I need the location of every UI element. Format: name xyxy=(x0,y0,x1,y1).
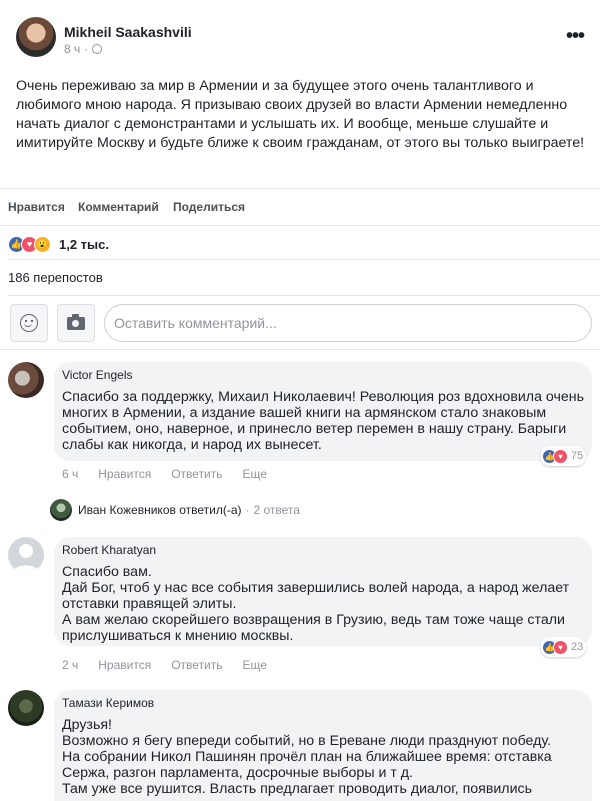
love-icon: ♥ xyxy=(553,639,568,655)
wow-icon: 😮 xyxy=(34,235,51,253)
author-avatar[interactable] xyxy=(16,17,56,57)
comment-reaction-count: 23 xyxy=(571,641,584,653)
comment-like-link[interactable]: Нравится xyxy=(98,467,151,481)
comment-actions: 2 ч Нравится Ответить Еще xyxy=(62,658,267,672)
default-avatar-icon xyxy=(13,544,39,573)
like-button[interactable]: Нравится xyxy=(8,200,65,214)
smile-icon xyxy=(20,314,38,332)
commenter-name[interactable]: Тамази Керимов xyxy=(62,696,584,710)
comment-more-link[interactable]: Еще xyxy=(243,658,267,672)
shares-label: 186 перепостов xyxy=(8,270,103,285)
globe-icon xyxy=(92,44,103,54)
reply-count: 2 ответа xyxy=(253,503,300,517)
comment-bubble: Тамази Керимов Друзья! Возможно я бегу в… xyxy=(54,690,592,801)
emoji-button[interactable] xyxy=(10,304,48,342)
commenter-name[interactable]: Victor Engels xyxy=(62,368,584,382)
comment-time[interactable]: 6 ч xyxy=(62,467,78,481)
comment: Robert Kharatyan Спасибо вам. Дай Бог, ч… xyxy=(8,537,592,677)
avatar[interactable] xyxy=(8,362,44,398)
avatar xyxy=(50,499,72,521)
photo-button[interactable] xyxy=(57,304,95,342)
comment-input[interactable] xyxy=(104,304,592,342)
author-name[interactable]: Mikheil Saakashvili xyxy=(64,24,192,40)
comment-button[interactable]: Комментарий xyxy=(78,200,159,214)
comment-reply-link[interactable]: Ответить xyxy=(171,658,222,672)
camera-icon xyxy=(67,313,85,330)
comment-text: Друзья! Возможно я бегу впереди событий,… xyxy=(62,717,552,797)
post-header: Mikheil Saakashvili 8 ч · ••• xyxy=(16,17,585,63)
comment-more-link[interactable]: Еще xyxy=(243,467,267,481)
comment-text: Спасибо за поддержку, Михаил Николаевич!… xyxy=(62,389,584,453)
comment-bubble: Robert Kharatyan Спасибо вам. Дай Бог, ч… xyxy=(54,537,592,646)
comment-like-link[interactable]: Нравится xyxy=(98,658,151,672)
comment-text: Спасибо вам. Дай Бог, чтоб у нас все соб… xyxy=(62,564,570,644)
replies-summary[interactable]: Иван Кожевников ответил(-а) · 2 ответа xyxy=(50,498,300,522)
comment-reactions[interactable]: 👍 ♥ 23 xyxy=(540,637,587,657)
comment: Victor Engels Спасибо за поддержку, Миха… xyxy=(8,362,592,487)
comment-composer xyxy=(0,300,600,350)
comment-reactions[interactable]: 👍 ♥ 75 xyxy=(540,446,587,466)
comment: Тамази Керимов Друзья! Возможно я бегу в… xyxy=(8,690,592,801)
reaction-count: 1,2 тыс. xyxy=(59,236,109,252)
avatar[interactable] xyxy=(8,690,44,726)
comment-actions: 6 ч Нравится Ответить Еще xyxy=(62,467,267,481)
post-meta: 8 ч · xyxy=(64,42,103,56)
shares-count[interactable]: 186 перепостов xyxy=(8,259,600,296)
reply-separator: · xyxy=(245,503,250,517)
reactions-summary[interactable]: 👍 ♥ 😮 1,2 тыс. xyxy=(8,234,109,254)
comment-reaction-count: 75 xyxy=(571,450,584,462)
avatar[interactable] xyxy=(8,537,44,573)
commenter-name[interactable]: Robert Kharatyan xyxy=(62,543,584,557)
post-action-bar: Нравится Комментарий Поделиться xyxy=(0,188,600,226)
share-button[interactable]: Поделиться xyxy=(173,200,245,214)
love-icon: ♥ xyxy=(553,448,568,464)
comment-bubble: Victor Engels Спасибо за поддержку, Миха… xyxy=(54,362,592,461)
more-options-icon[interactable]: ••• xyxy=(566,25,585,48)
comment-time[interactable]: 2 ч xyxy=(62,658,78,672)
post-text: Очень переживаю за мир в Армении и за бу… xyxy=(16,78,585,151)
comment-reply-link[interactable]: Ответить xyxy=(171,467,222,481)
reply-author: Иван Кожевников ответил(-а) xyxy=(78,503,242,517)
meta-separator: · xyxy=(84,42,89,56)
post-time[interactable]: 8 ч xyxy=(64,42,80,56)
